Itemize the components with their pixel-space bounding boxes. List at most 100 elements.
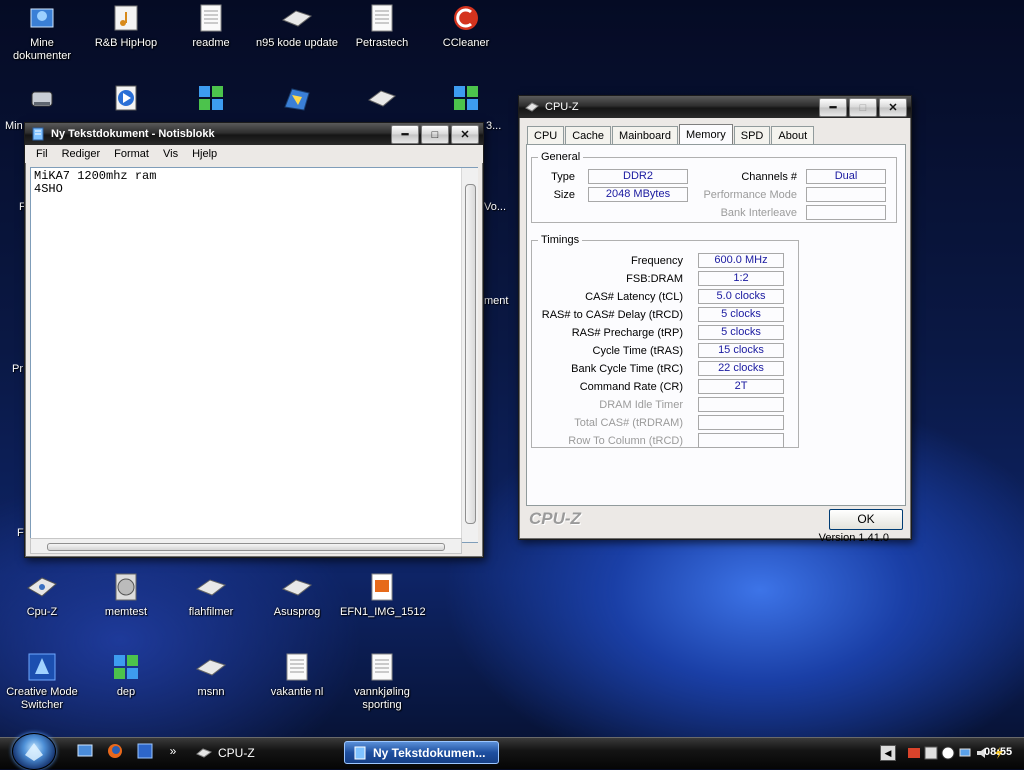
quicklaunch-ie-icon[interactable]: [136, 742, 154, 760]
desktop-icon-label: CCleaner: [442, 37, 490, 49]
timing-value: 2T: [698, 379, 784, 394]
tab-cpu[interactable]: CPU: [527, 126, 565, 146]
desktop-icon-label: vakantie nl: [270, 686, 324, 698]
desktop-icon-label: readme: [192, 37, 230, 49]
timing-label: Total CAS# (tRDRAM): [574, 417, 683, 429]
desktop-icon[interactable]: vakantie nl: [255, 651, 339, 699]
close-button[interactable]: ✕: [879, 98, 907, 117]
notepad-titlebar[interactable]: Ny Tekstdokument - Notisblokk ━ □ ✕: [25, 123, 483, 145]
menu-view[interactable]: Vis: [156, 148, 185, 160]
desktop-icon[interactable]: [169, 82, 253, 117]
maximize-button: □: [849, 98, 877, 117]
desktop-partial-label[interactable]: Pr: [12, 363, 23, 375]
menu-edit[interactable]: Rediger: [55, 148, 108, 160]
notepad-window[interactable]: Ny Tekstdokument - Notisblokk ━ □ ✕ Fil …: [24, 122, 484, 558]
tab-spd[interactable]: SPD: [733, 126, 771, 146]
scrollbar-thumb[interactable]: [465, 184, 476, 524]
desktop-icon[interactable]: Mine dokumenter: [0, 2, 84, 63]
music-folder-icon: [110, 2, 142, 34]
timings-legend: Timings: [541, 234, 580, 246]
desktop-icon[interactable]: [340, 82, 424, 117]
desktop-partial-label[interactable]: ment: [484, 295, 508, 307]
cpuz-titlebar[interactable]: CPU-Z ━ □ ✕: [519, 96, 911, 118]
desktop-icon[interactable]: Asusprog: [255, 571, 339, 619]
menu-format[interactable]: Format: [107, 148, 156, 160]
desktop-icon[interactable]: dep: [84, 651, 168, 699]
desktop-icon[interactable]: CCleaner: [424, 2, 508, 50]
minimize-button[interactable]: ━: [391, 125, 419, 144]
desktop-icon[interactable]: n95 kode update: [255, 2, 339, 50]
start-button[interactable]: [12, 733, 56, 770]
desktop-icon[interactable]: [0, 82, 84, 117]
minimize-icon: ━: [401, 129, 409, 141]
desktop-partial-label[interactable]: Vo...: [484, 201, 506, 213]
cpuz-brand-logo: CPU-Z: [529, 509, 581, 528]
maximize-button[interactable]: □: [421, 125, 449, 144]
quicklaunch-firefox-icon[interactable]: [106, 742, 124, 760]
desktop-icon-label: n95 kode update: [256, 37, 338, 49]
desktop-icon-label: EFN1_IMG_1512: [340, 606, 426, 618]
desktop-icon[interactable]: msnn: [169, 651, 253, 699]
tray-app-icon[interactable]: [924, 746, 938, 760]
taskbar-item-label: Ny Tekstdokumen...: [373, 745, 486, 760]
menu-help[interactable]: Hjelp: [185, 148, 224, 160]
minimize-button[interactable]: ━: [819, 98, 847, 117]
desktop-icon[interactable]: [424, 82, 508, 117]
desktop-icon[interactable]: Petrastech: [340, 2, 424, 50]
notepad-text-line: MiKA7 1200mhz ram: [34, 169, 157, 183]
cpuz-tabs: CPU Cache Mainboard Memory SPD About: [527, 124, 815, 147]
desktop-icon[interactable]: vannkjøling sporting: [340, 651, 424, 712]
tray-clock-app-icon[interactable]: [941, 746, 955, 760]
scrollbar-thumb[interactable]: [47, 543, 445, 551]
desktop-icon[interactable]: Creative Mode Switcher: [0, 651, 84, 712]
start-logo-icon: [25, 742, 43, 761]
close-button[interactable]: ✕: [451, 125, 479, 144]
desktop-icon[interactable]: [255, 82, 339, 117]
desktop-icon-label: memtest: [104, 606, 148, 618]
horizontal-scrollbar[interactable]: [30, 538, 462, 554]
desktop-icon[interactable]: [84, 82, 168, 117]
desktop-icon[interactable]: R&B HipHop: [84, 2, 168, 50]
tray-antivirus-icon[interactable]: [907, 746, 921, 760]
taskbar-clock[interactable]: 08:55: [984, 746, 1012, 758]
tab-about[interactable]: About: [771, 126, 815, 146]
desktop-icon-label: dep: [116, 686, 136, 698]
taskbar-item-label: CPU-Z: [218, 745, 255, 760]
cpuz-title: CPU-Z: [545, 101, 579, 113]
timing-label: Command Rate (CR): [579, 381, 683, 393]
tab-mainboard[interactable]: Mainboard: [612, 126, 679, 146]
notepad-text-line: 4SHO: [34, 182, 63, 196]
menu-file[interactable]: Fil: [29, 148, 55, 160]
vertical-scrollbar[interactable]: [461, 168, 478, 542]
desktop-icon-label: flahfilmer: [188, 606, 234, 618]
desktop-icon[interactable]: EFN1_IMG_1512: [340, 571, 426, 619]
desktop-icon[interactable]: flahfilmer: [169, 571, 253, 619]
desktop-icon[interactable]: memtest: [84, 571, 168, 619]
taskbar-item-cpuz[interactable]: CPU-Z: [188, 741, 336, 764]
desktop-icon[interactable]: Cpu-Z: [0, 571, 84, 619]
tray-network-icon[interactable]: [958, 746, 972, 760]
notepad-icon: [354, 746, 366, 759]
desktop-partial-label[interactable]: Min: [5, 120, 23, 132]
channels-label: Channels #: [741, 171, 797, 183]
shortcut-icon: [281, 2, 313, 34]
taskbar-item-notepad[interactable]: Ny Tekstdokumen...: [344, 741, 499, 764]
timing-label: RAS# to CAS# Delay (tRCD): [541, 309, 683, 321]
timing-value: 5 clocks: [698, 307, 784, 322]
quicklaunch-overflow-icon[interactable]: »: [164, 742, 182, 760]
channels-value: Dual: [806, 169, 886, 184]
desktop-partial-label[interactable]: F: [17, 527, 24, 539]
desktop-icon[interactable]: readme: [169, 2, 253, 50]
ok-button[interactable]: OK: [829, 509, 903, 530]
notepad-text-area[interactable]: MiKA7 1200mhz ram 4SHO: [30, 167, 478, 543]
quicklaunch-show-desktop-icon[interactable]: [76, 742, 94, 760]
desktop-partial-label[interactable]: 3...: [486, 120, 501, 132]
bank-interleave-value: [806, 205, 886, 220]
desktop-icon-label: msnn: [197, 686, 225, 698]
tray-expand-button[interactable]: ◀: [880, 745, 896, 761]
cpuz-window[interactable]: CPU-Z ━ □ ✕ CPU Cache Mainboard Memory S…: [518, 95, 912, 544]
tab-cache[interactable]: Cache: [565, 126, 612, 146]
timing-label: CAS# Latency (tCL): [585, 291, 683, 303]
chevron-left-icon: ◀: [884, 747, 892, 758]
cpuz-icon: [196, 747, 212, 758]
